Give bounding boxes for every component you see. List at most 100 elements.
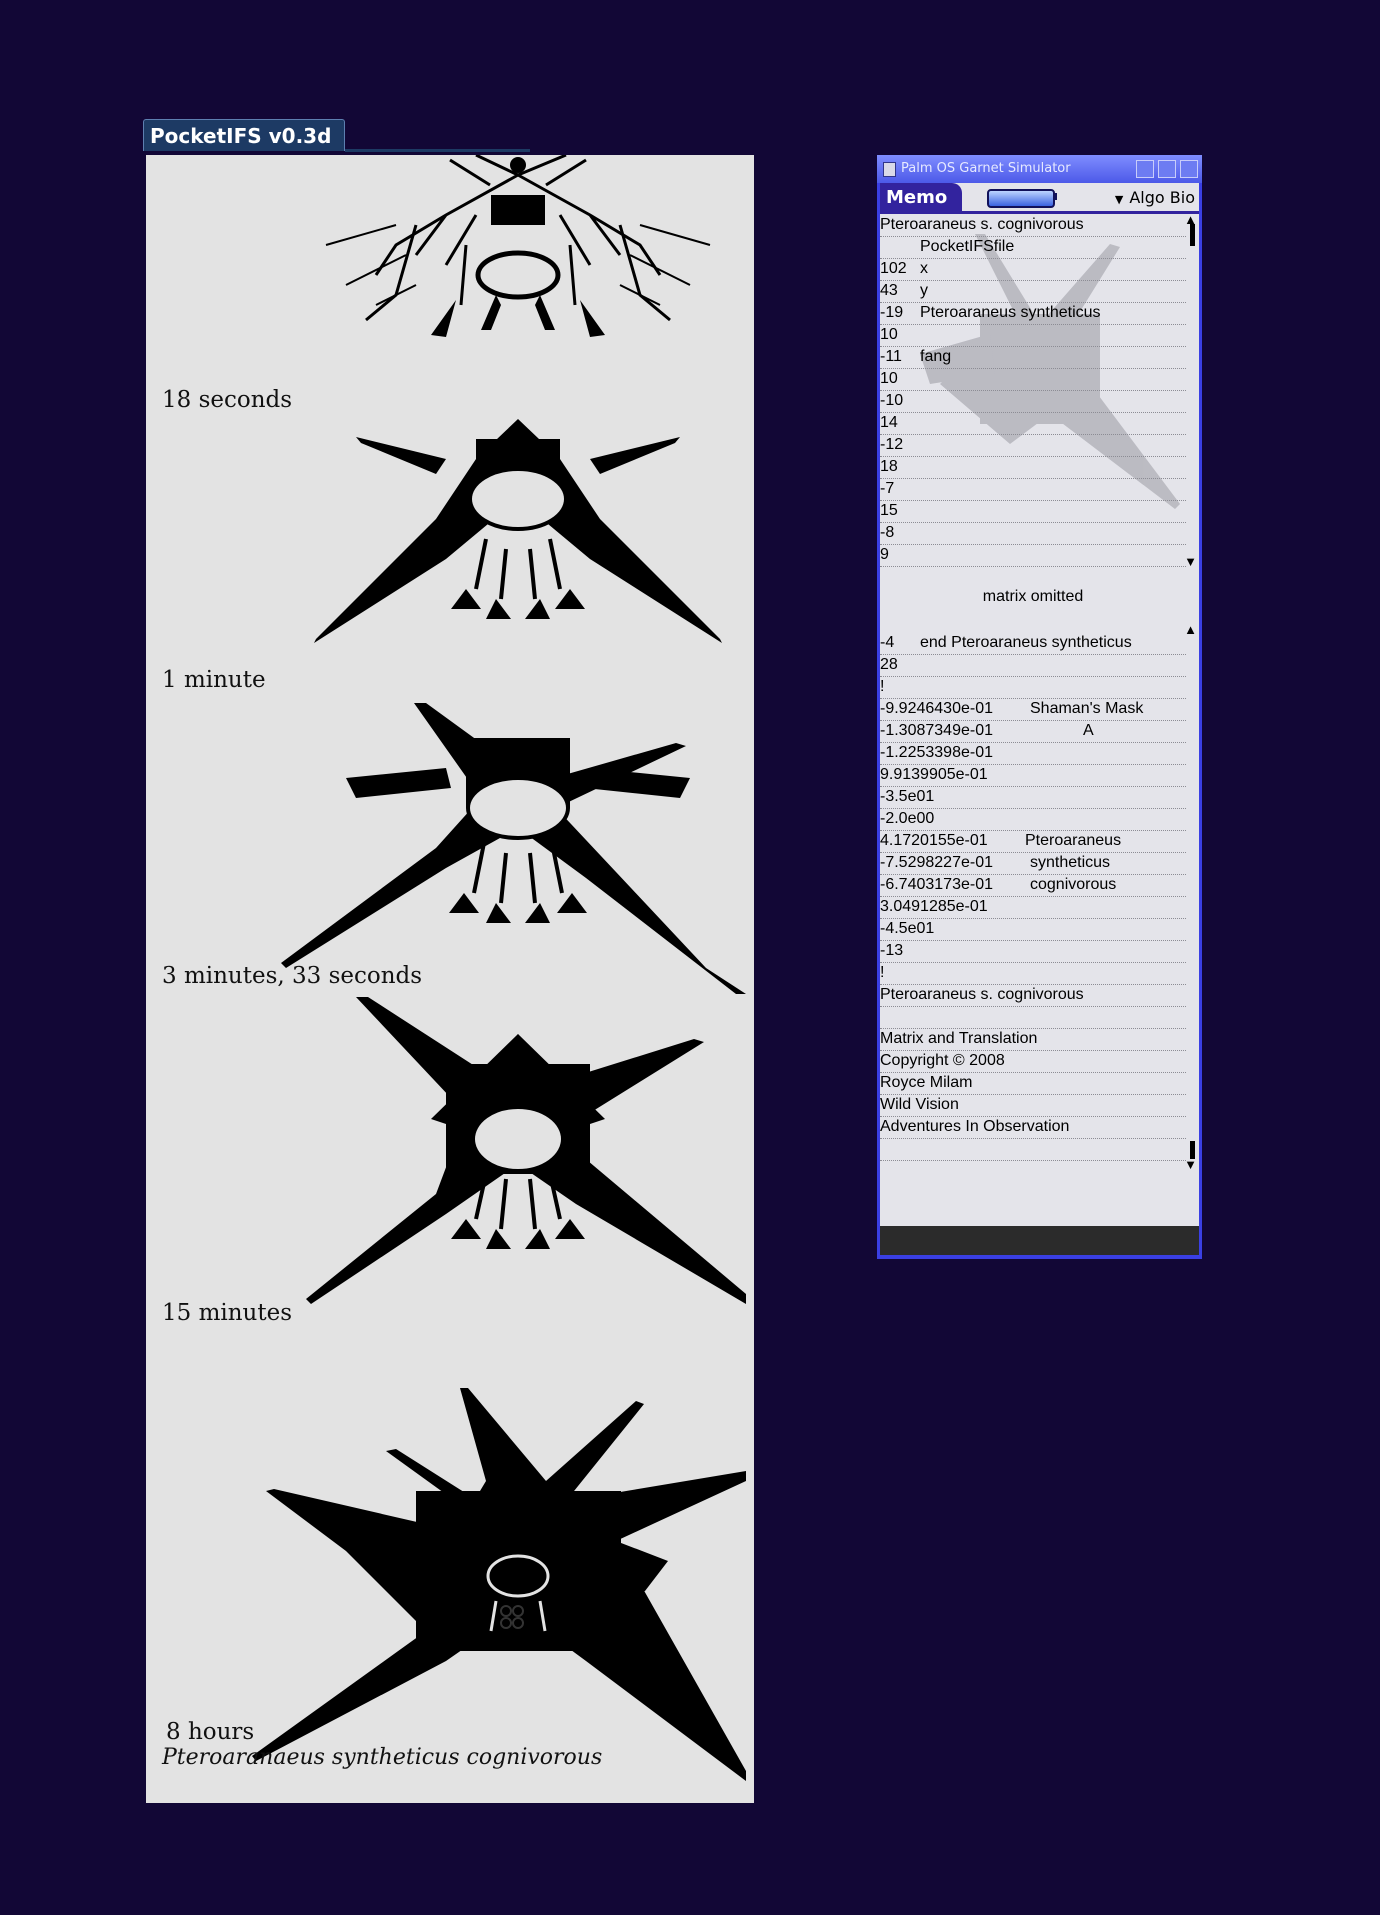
memo-line-note: cognivorous: [1030, 876, 1117, 893]
render-panel-15-minutes: 15 minutes: [146, 994, 754, 1332]
memo-line-value: -13: [880, 942, 904, 959]
palm-screen: Memo ▼ Algo Bio Pteroaraneus s. cognivoro…: [880, 183, 1199, 1255]
render-panel-18-seconds: 18 seconds: [146, 155, 754, 420]
render-panel-3-minutes: 3 minutes, 33 seconds: [146, 698, 754, 995]
memo-line-value: 43: [880, 282, 898, 299]
category-dropdown[interactable]: ▼ Algo Bio: [1115, 183, 1195, 212]
memo-line: -13: [880, 940, 1186, 963]
pocketifs-tab-underline: [345, 149, 530, 152]
memo-line-note: PocketIFSfile: [920, 238, 1015, 255]
memo-line: Pteroaraneus s. cognivorous: [880, 214, 1186, 237]
category-label: Algo Bio: [1129, 188, 1195, 207]
memo-line: Matrix and Translation: [880, 1028, 1186, 1051]
render-time-caption: 18 seconds: [162, 387, 293, 413]
memo-header: Memo ▼ Algo Bio: [880, 183, 1199, 212]
memo-line-value: -1.3087349e-01: [880, 722, 993, 739]
memo-line-note: A: [1083, 722, 1094, 739]
memo-line-value: 9: [880, 546, 889, 563]
scroll-down-arrow-icon[interactable]: ▼: [1184, 554, 1197, 569]
memo-line-value: -10: [880, 392, 904, 409]
memo-line: 9: [880, 544, 1186, 567]
fractal-render: [325, 155, 711, 337]
memo-line: 43 y: [880, 280, 1186, 303]
memo-line: -1.2253398e-01: [880, 742, 1186, 765]
memo-line-value: -12: [880, 436, 904, 453]
memo-line-value: 14: [880, 414, 898, 431]
memo-line-note: y: [920, 282, 928, 299]
memo-line-note: x: [920, 260, 928, 277]
pocketifs-render-column: 18 seconds 1 minute 3 minutes, 33 second…: [146, 155, 754, 1803]
memo-line-value: 28: [880, 656, 898, 673]
render-time-caption: 8 hours: [166, 1719, 255, 1745]
battery-nub: [1053, 193, 1057, 200]
memo-line-value: Wild Vision: [880, 1096, 959, 1113]
memo-line: 102 x: [880, 258, 1186, 281]
memo-line: 28: [880, 654, 1186, 677]
memo-line-value: Copyright © 2008: [880, 1052, 1005, 1069]
memo-line: PocketIFSfile: [880, 236, 1186, 259]
memo-line-value: 102: [880, 260, 907, 277]
memo-line: -9.9246430e-01 Shaman's Mask: [880, 698, 1186, 721]
memo-line: 10: [880, 368, 1186, 391]
memo-line-value: -9.9246430e-01: [880, 700, 993, 717]
memo-line-value: -11: [880, 348, 902, 365]
render-time-caption: 15 minutes: [162, 1300, 293, 1326]
memo-line-note: Pteroaraneus: [1025, 832, 1122, 849]
memo-line-note: syntheticus: [1030, 854, 1111, 871]
memo-line: Royce Milam: [880, 1072, 1186, 1095]
memo-line-value: -7: [880, 480, 895, 497]
memo-line-value: Matrix and Translation: [880, 1030, 1038, 1047]
maximize-button[interactable]: [1158, 160, 1176, 178]
memo-line-value: 10: [880, 370, 898, 387]
memo-line: -1.3087349e-01 A: [880, 720, 1186, 743]
render-panel-1-minute: 1 minute: [146, 419, 754, 699]
memo-line: 10: [880, 324, 1186, 347]
memo-line-value: -2.0e00: [880, 810, 935, 827]
memo-line-value: 9.9139905e-01: [880, 766, 988, 783]
battery-icon: [987, 189, 1055, 208]
memo-line-value: !: [880, 964, 885, 981]
memo-line-value: -7.5298227e-01: [880, 854, 993, 871]
memo-line-value: !: [880, 678, 885, 695]
memo-line: -7: [880, 478, 1186, 501]
minimize-button[interactable]: [1136, 160, 1154, 178]
palm-simulator-window: Palm OS Garnet Simulator Memo ▼ Algo Bio …: [877, 155, 1202, 1259]
scroll-thumb[interactable]: [1190, 224, 1195, 246]
memo-line-value: 4.1720155e-01: [880, 832, 988, 849]
memo-line-value: -4: [880, 634, 895, 651]
scroll-up-arrow-icon[interactable]: ▲: [1184, 622, 1197, 637]
pocketifs-title-tab[interactable]: PocketIFS v0.3d: [143, 119, 345, 151]
memo-line: Adventures In Observation: [880, 1116, 1186, 1139]
memo-line-value: 18: [880, 458, 898, 475]
memo-line: -4.5e01: [880, 918, 1186, 941]
memo-line: -19 Pteroaraneus syntheticus: [880, 302, 1186, 325]
memo-line-value: -8: [880, 524, 895, 541]
memo-line: 15: [880, 500, 1186, 523]
fractal-render: [306, 997, 746, 1304]
memo-line: -4 end Pteroaraneus syntheticus: [880, 632, 1186, 655]
memo-line-value: 15: [880, 502, 898, 519]
matrix-omitted-label: matrix omitted: [982, 588, 1084, 605]
scroll-down-arrow-icon[interactable]: ▼: [1184, 1157, 1197, 1172]
memo-line-value: -19: [880, 304, 904, 321]
memo-line-value: 10: [880, 326, 898, 343]
memo-line: -10: [880, 390, 1186, 413]
memo-text-area[interactable]: Pteroaraneus s. cognivorous PocketIFSfile…: [880, 212, 1199, 1174]
memo-line-value: -6.7403173e-01: [880, 876, 993, 893]
memo-line: 14: [880, 412, 1186, 435]
simulator-titlebar[interactable]: Palm OS Garnet Simulator: [877, 155, 1202, 183]
memo-line: -6.7403173e-01 cognivorous: [880, 874, 1186, 897]
species-caption: Pteroaranaeus syntheticus cognivorous: [162, 1745, 603, 1770]
memo-line: [880, 1138, 1186, 1161]
memo-line: 18: [880, 456, 1186, 479]
simulator-status-bar: [880, 1226, 1199, 1255]
render-time-caption: 3 minutes, 33 seconds: [162, 963, 423, 989]
memo-app-title[interactable]: Memo: [880, 183, 962, 212]
memo-line: -11 fang: [880, 346, 1186, 369]
simulator-window-title: Palm OS Garnet Simulator: [901, 161, 1071, 176]
memo-line: 3.0491285e-01: [880, 896, 1186, 919]
memo-line: !: [880, 962, 1186, 985]
close-button[interactable]: [1180, 160, 1198, 178]
fractal-render: [281, 703, 746, 994]
pocketifs-title: PocketIFS v0.3d: [150, 124, 332, 148]
